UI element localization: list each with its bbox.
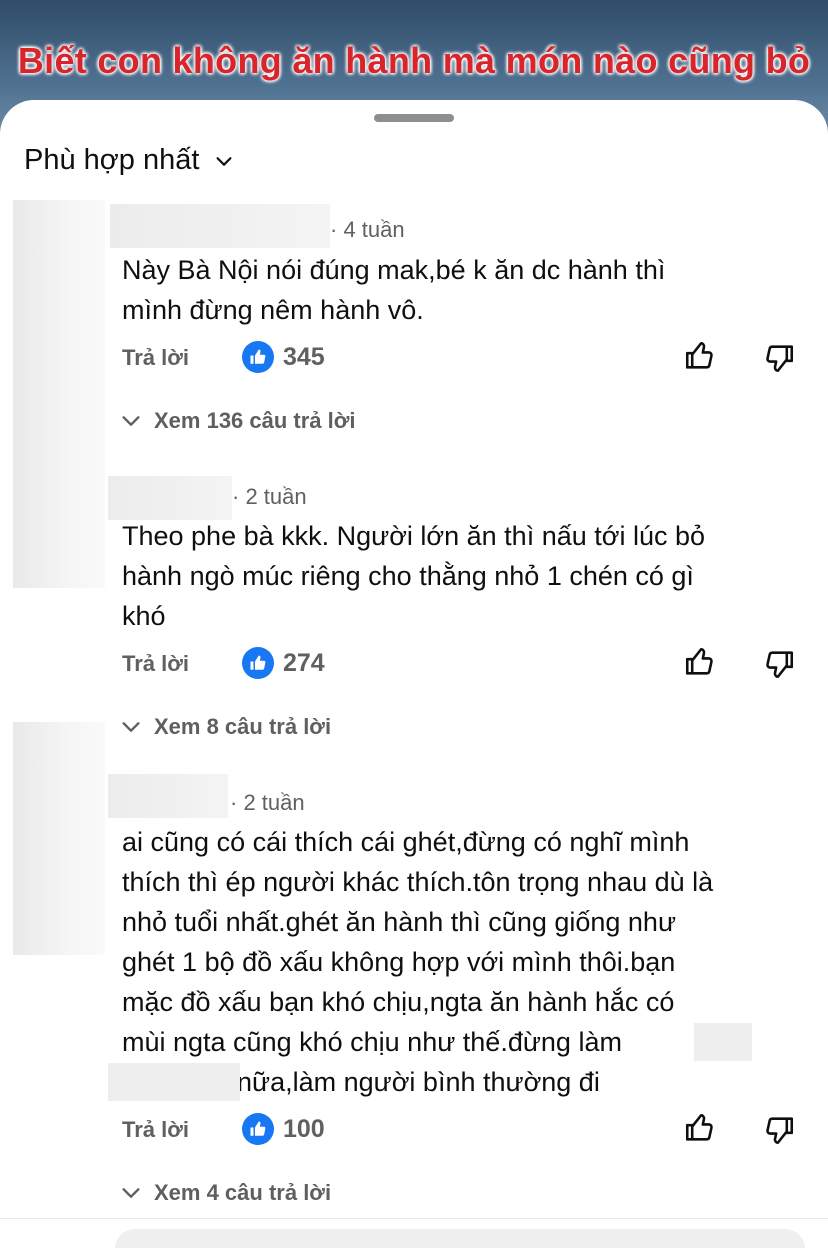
avatar[interactable] — [13, 722, 105, 955]
comment-line: Theo phe bà kkk. Người lớn ăn thì nấu tớ… — [122, 521, 706, 551]
reply-button[interactable]: Trả lời — [122, 1117, 189, 1143]
redacted-text — [694, 1023, 752, 1061]
like-reaction-icon — [242, 341, 274, 373]
like-reaction-icon — [242, 647, 274, 679]
view-replies-button[interactable]: Xem 136 câu trả lời — [120, 408, 356, 434]
sheet-drag-handle[interactable] — [374, 114, 454, 122]
view-replies-button[interactable]: Xem 8 câu trả lời — [120, 714, 331, 740]
reply-button[interactable]: Trả lời — [122, 345, 189, 371]
sort-dropdown[interactable]: Phù hợp nhất — [24, 144, 235, 177]
comment-time: · 4 tuần — [330, 217, 405, 242]
comment-body: Theo phe bà kkk. Người lớn ăn thì nấu tớ… — [122, 516, 812, 636]
comment-input-bar — [0, 1218, 828, 1248]
view-replies-label: Xem 8 câu trả lời — [154, 714, 332, 739]
thumbs-up-icon[interactable] — [683, 645, 717, 679]
chevron-down-icon — [216, 156, 232, 166]
thumbs-down-icon[interactable] — [762, 1113, 796, 1147]
thumbs-down-icon[interactable] — [762, 341, 796, 375]
like-reaction-icon — [242, 1113, 274, 1145]
comment-line: thích thì ép người khác thích.tôn trọng … — [122, 867, 714, 897]
chevron-down-icon — [122, 416, 140, 426]
like-count: 100 — [283, 1115, 325, 1143]
comment-line: mình đừng nêm hành vô. — [122, 295, 424, 325]
view-replies-label: Xem 4 câu trả lời — [154, 1180, 332, 1205]
comment-line: ghét 1 bộ đồ xấu không hợp với mình thôi… — [122, 947, 676, 977]
comment-line: Này Bà Nội nói đúng mak,bé k ăn dc hành … — [122, 255, 666, 285]
comment-line: mặc đồ xấu bạn khó chịu,ngta ăn hành hắc… — [122, 987, 675, 1017]
sort-label: Phù hợp nhất — [24, 144, 200, 176]
comment-line: khó — [122, 601, 166, 631]
like-count: 345 — [283, 343, 325, 371]
comment-body: Này Bà Nội nói đúng mak,bé k ăn dc hành … — [122, 250, 812, 330]
view-replies-button[interactable]: Xem 4 câu trả lời — [120, 1180, 331, 1206]
author-name-redacted[interactable] — [108, 476, 232, 520]
like-count: 274 — [283, 649, 325, 677]
author-name-redacted[interactable] — [108, 774, 228, 818]
comment-line: ai cũng có cái thích cái ghét,đừng có ng… — [122, 827, 690, 857]
thumbs-up-icon[interactable] — [683, 1111, 717, 1145]
comments-sheet: Phù hợp nhất · 4 tuần Này Bà Nội nói đún… — [0, 100, 828, 1248]
video-caption: Biết con không ăn hành mà món nào cũng b… — [17, 40, 811, 81]
comment-line: nhỏ tuổi nhất.ghét ăn hành thì cũng giốn… — [122, 907, 677, 937]
thumbs-up-icon[interactable] — [683, 339, 717, 373]
comment-time: · 2 tuần — [232, 484, 307, 509]
chevron-down-icon — [122, 1188, 140, 1198]
reply-button[interactable]: Trả lời — [122, 651, 189, 677]
comment-time: · 2 tuần — [230, 790, 305, 815]
author-name-redacted[interactable] — [110, 204, 330, 248]
view-replies-label: Xem 136 câu trả lời — [154, 408, 356, 433]
comment-line: hành ngò múc riêng cho thằng nhỏ 1 chén … — [122, 561, 694, 591]
comment-input[interactable] — [115, 1229, 805, 1248]
chevron-down-icon — [122, 722, 140, 732]
avatar[interactable] — [13, 200, 105, 588]
redacted-text — [108, 1063, 240, 1101]
thumbs-down-icon[interactable] — [762, 647, 796, 681]
